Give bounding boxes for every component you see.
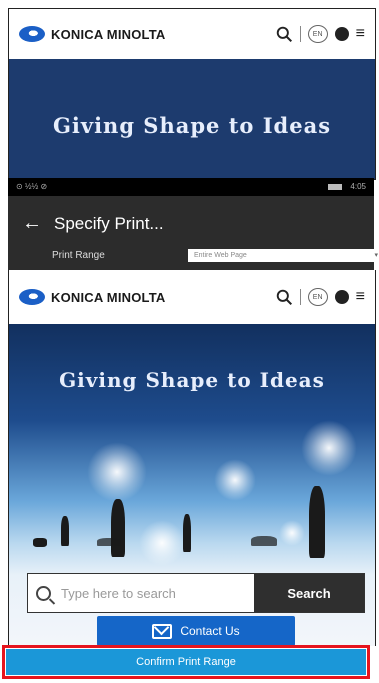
back-arrow-icon[interactable]: ←: [22, 212, 42, 235]
preview-header-icons: EN ≡: [276, 288, 365, 306]
silhouette-figure: [183, 514, 191, 552]
print-range-value: Entire Web Page: [194, 252, 247, 259]
preview-logo[interactable]: KONICA MINOLTA: [19, 289, 166, 305]
silhouette-figure: [309, 486, 325, 558]
dialog-title: Specify Print...: [54, 214, 164, 233]
language-icon[interactable]: EN: [307, 288, 328, 306]
print-range-select[interactable]: Entire Web Page ▾: [188, 249, 379, 262]
envelope-icon: [152, 623, 173, 639]
search-placeholder: Type here to search: [61, 585, 176, 601]
silhouette-figure: [111, 499, 125, 557]
divider: [299, 26, 301, 42]
status-bar: ⊙ ½½ ⊘ 4:05: [8, 178, 374, 196]
contact-us-label: Contact Us: [180, 624, 240, 638]
contact-us-button[interactable]: Contact Us: [97, 616, 295, 646]
battery-icon: [328, 183, 343, 190]
preview-hero-tagline: Giving Shape to Ideas: [59, 368, 325, 392]
search-bar: Type here to search Search: [27, 573, 365, 613]
site-header: KONICA MINOLTA EN ≡: [9, 9, 375, 59]
search-button[interactable]: Search: [254, 574, 364, 612]
print-dialog-header: ← Specify Print... Print Range Entire We…: [8, 196, 379, 270]
search-icon[interactable]: [276, 26, 293, 43]
preview-site-header: KONICA MINOLTA EN ≡: [9, 270, 375, 324]
menu-icon[interactable]: ≡: [356, 26, 365, 42]
silhouette-figure: [61, 516, 69, 546]
header-icons: EN ≡: [276, 25, 365, 43]
silhouette-dog: [33, 538, 47, 547]
top-site-preview: KONICA MINOLTA EN ≡ Giving Shape to Idea…: [8, 8, 376, 180]
language-icon[interactable]: EN: [307, 25, 328, 43]
search-input[interactable]: Type here to search: [28, 574, 254, 612]
print-preview: KONICA MINOLTA EN ≡ Giving Shape to Idea…: [8, 270, 376, 646]
light-orb: [301, 420, 357, 476]
status-time: 4:05: [350, 182, 366, 191]
light-orb: [214, 459, 256, 501]
preview-logo-text: KONICA MINOLTA: [51, 289, 166, 305]
confirm-print-range-button[interactable]: Confirm Print Range: [6, 649, 366, 675]
globe-icon[interactable]: [334, 27, 349, 41]
logo[interactable]: KONICA MINOLTA: [19, 26, 166, 42]
light-orb: [139, 520, 185, 566]
search-icon[interactable]: [276, 289, 293, 306]
search-icon: [36, 585, 51, 601]
logo-mark-icon: [19, 26, 45, 42]
silhouette-group: [251, 536, 277, 546]
hero-tagline: Giving Shape to Ideas: [52, 113, 332, 138]
print-range-label: Print Range: [52, 250, 105, 261]
status-right: 4:05: [328, 182, 366, 191]
chevron-down-icon: ▾: [374, 252, 378, 259]
logo-mark-icon: [19, 289, 45, 305]
light-orb: [87, 442, 147, 502]
silhouette-group: [97, 538, 121, 546]
status-notifications: ⊙ ½½ ⊘: [16, 182, 48, 191]
divider: [299, 289, 301, 305]
globe-icon[interactable]: [334, 290, 349, 304]
logo-text: KONICA MINOLTA: [51, 26, 166, 42]
light-orb: [279, 520, 305, 546]
screenshot-frame: KONICA MINOLTA EN ≡ Giving Shape to Idea…: [0, 0, 379, 683]
menu-icon[interactable]: ≡: [356, 289, 365, 305]
